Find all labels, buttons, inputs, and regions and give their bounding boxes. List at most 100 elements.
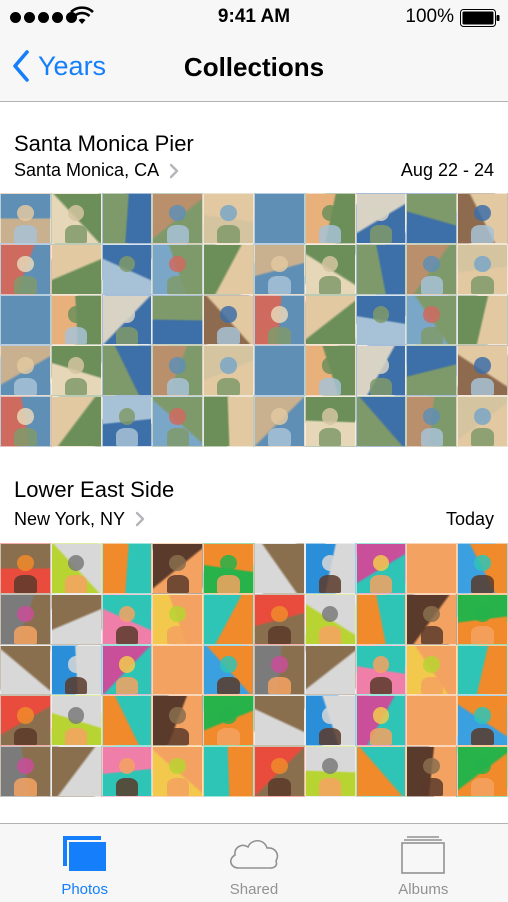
photo-thumbnail[interactable] xyxy=(304,345,356,397)
photo-thumbnail[interactable] xyxy=(101,243,153,295)
photo-thumbnail[interactable] xyxy=(304,695,356,747)
photo-thumbnail[interactable] xyxy=(203,396,254,447)
photo-thumbnail[interactable] xyxy=(0,746,51,797)
photo-thumbnail[interactable] xyxy=(0,345,51,397)
photo-thumbnail[interactable] xyxy=(101,396,153,447)
photo-thumbnail[interactable] xyxy=(406,345,458,397)
photo-thumbnail[interactable] xyxy=(0,294,51,346)
photo-thumbnail[interactable] xyxy=(355,193,407,244)
photo-thumbnail[interactable] xyxy=(101,193,153,244)
photo-thumbnail[interactable] xyxy=(152,695,204,747)
photo-thumbnail[interactable] xyxy=(203,345,254,397)
photo-thumbnail[interactable] xyxy=(152,294,204,346)
photo-thumbnail[interactable] xyxy=(0,396,51,447)
tab-photos[interactable]: Photos xyxy=(0,824,169,902)
photo-thumbnail[interactable] xyxy=(304,243,356,295)
photo-thumbnail[interactable] xyxy=(203,193,254,244)
photo-thumbnail[interactable] xyxy=(253,294,305,346)
photo-thumbnail[interactable] xyxy=(457,644,508,696)
photo-thumbnail[interactable] xyxy=(406,193,458,244)
photo-thumbnail[interactable] xyxy=(457,396,508,447)
photo-thumbnail[interactable] xyxy=(406,396,458,447)
photo-thumbnail[interactable] xyxy=(50,396,102,447)
photo-thumbnail[interactable] xyxy=(355,644,407,696)
photo-thumbnail[interactable] xyxy=(457,193,508,244)
photo-thumbnail[interactable] xyxy=(355,396,407,447)
photo-thumbnail[interactable] xyxy=(355,294,407,346)
photo-thumbnail[interactable] xyxy=(406,294,458,346)
photo-thumbnail[interactable] xyxy=(253,746,305,797)
photo-thumbnail[interactable] xyxy=(101,746,153,797)
photo-thumbnail[interactable] xyxy=(152,593,204,645)
photo-thumbnail[interactable] xyxy=(253,396,305,447)
photo-thumbnail[interactable] xyxy=(457,593,508,645)
photo-thumbnail[interactable] xyxy=(50,644,102,696)
photo-thumbnail[interactable] xyxy=(203,746,254,797)
photo-thumbnail[interactable] xyxy=(304,593,356,645)
photo-thumbnail[interactable] xyxy=(355,345,407,397)
photo-thumbnail[interactable] xyxy=(304,294,356,346)
photo-thumbnail[interactable] xyxy=(253,695,305,747)
photo-thumbnail[interactable] xyxy=(203,294,254,346)
photo-thumbnail[interactable] xyxy=(253,644,305,696)
photo-thumbnail[interactable] xyxy=(406,243,458,295)
photo-thumbnail[interactable] xyxy=(304,396,356,447)
photo-thumbnail[interactable] xyxy=(101,593,153,645)
photo-thumbnail[interactable] xyxy=(304,193,356,244)
photo-thumbnail[interactable] xyxy=(203,542,254,594)
photo-thumbnail[interactable] xyxy=(50,746,102,797)
photo-thumbnail[interactable] xyxy=(406,746,458,797)
photo-thumbnail[interactable] xyxy=(355,695,407,747)
photo-thumbnail[interactable] xyxy=(203,695,254,747)
photo-thumbnail[interactable] xyxy=(406,542,458,594)
tab-albums[interactable]: Albums xyxy=(339,824,508,902)
photo-thumbnail[interactable] xyxy=(0,593,51,645)
photo-thumbnail[interactable] xyxy=(0,542,51,594)
photo-thumbnail[interactable] xyxy=(50,294,102,346)
photo-thumbnail[interactable] xyxy=(253,542,305,594)
tab-shared[interactable]: Shared xyxy=(169,824,338,902)
collection-location-link[interactable]: New York, NY xyxy=(14,509,145,530)
photo-thumbnail[interactable] xyxy=(50,695,102,747)
photo-thumbnail[interactable] xyxy=(0,695,51,747)
photo-thumbnail[interactable] xyxy=(355,593,407,645)
photo-thumbnail[interactable] xyxy=(101,644,153,696)
photo-thumbnail[interactable] xyxy=(152,243,204,295)
photo-thumbnail[interactable] xyxy=(304,746,356,797)
photo-thumbnail[interactable] xyxy=(253,243,305,295)
photo-thumbnail[interactable] xyxy=(101,345,153,397)
photo-thumbnail[interactable] xyxy=(101,695,153,747)
photo-thumbnail[interactable] xyxy=(152,542,204,594)
photo-thumbnail[interactable] xyxy=(152,193,204,244)
photo-thumbnail[interactable] xyxy=(0,644,51,696)
photo-thumbnail[interactable] xyxy=(457,542,508,594)
photo-thumbnail[interactable] xyxy=(355,542,407,594)
photo-thumbnail[interactable] xyxy=(406,695,458,747)
photo-thumbnail[interactable] xyxy=(152,644,204,696)
photo-thumbnail[interactable] xyxy=(355,746,407,797)
photo-thumbnail[interactable] xyxy=(203,243,254,295)
collections-list[interactable]: Santa Monica Pier Santa Monica, CA Aug 2… xyxy=(0,103,508,823)
photo-thumbnail[interactable] xyxy=(50,193,102,244)
photo-thumbnail[interactable] xyxy=(304,644,356,696)
photo-thumbnail[interactable] xyxy=(152,746,204,797)
photo-thumbnail[interactable] xyxy=(50,593,102,645)
photo-thumbnail[interactable] xyxy=(50,243,102,295)
photo-thumbnail[interactable] xyxy=(457,746,508,797)
photo-thumbnail[interactable] xyxy=(253,593,305,645)
photo-thumbnail[interactable] xyxy=(152,345,204,397)
photo-thumbnail[interactable] xyxy=(0,193,51,244)
photo-thumbnail[interactable] xyxy=(203,644,254,696)
photo-thumbnail[interactable] xyxy=(152,396,204,447)
photo-thumbnail[interactable] xyxy=(457,294,508,346)
photo-thumbnail[interactable] xyxy=(101,294,153,346)
photo-thumbnail[interactable] xyxy=(253,345,305,397)
photo-thumbnail[interactable] xyxy=(406,593,458,645)
photo-thumbnail[interactable] xyxy=(253,193,305,244)
photo-thumbnail[interactable] xyxy=(355,243,407,295)
photo-thumbnail[interactable] xyxy=(203,593,254,645)
photo-thumbnail[interactable] xyxy=(406,644,458,696)
photo-thumbnail[interactable] xyxy=(0,243,51,295)
photo-thumbnail[interactable] xyxy=(457,345,508,397)
photo-thumbnail[interactable] xyxy=(101,542,153,594)
